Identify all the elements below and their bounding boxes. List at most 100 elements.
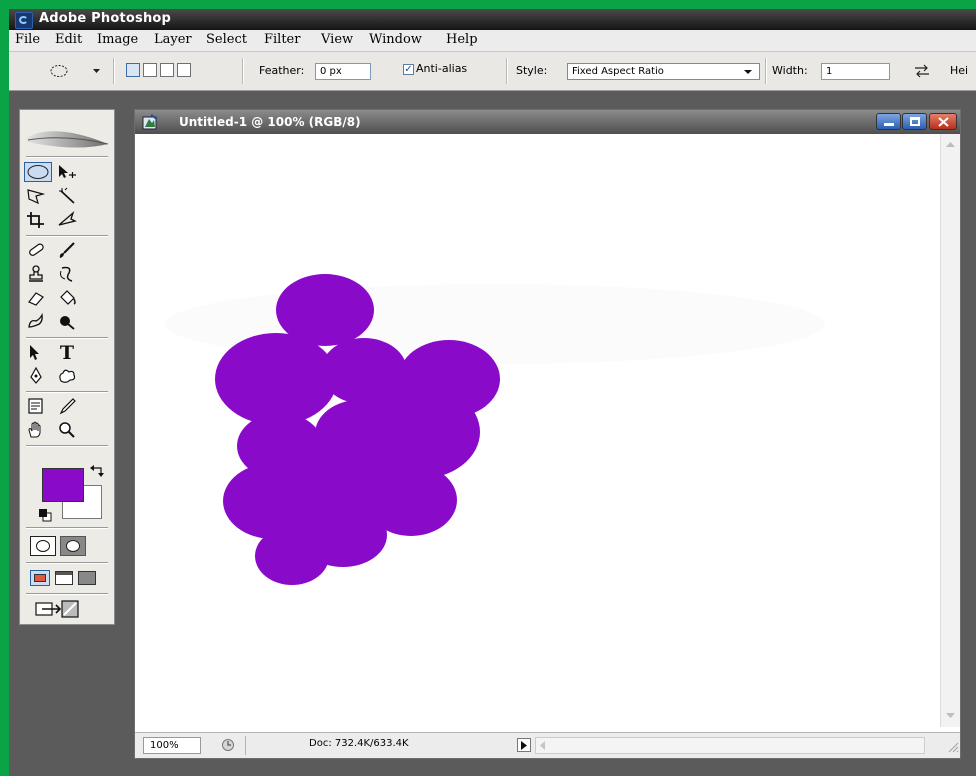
feather-label: Feather: <box>259 64 305 77</box>
intersect-selection-button[interactable] <box>177 63 191 77</box>
resize-grip-icon[interactable] <box>947 741 959 753</box>
style-select-value: Fixed Aspect Ratio <box>572 66 664 77</box>
menu-view[interactable]: View <box>321 32 353 47</box>
standard-screen-mode-button[interactable] <box>30 570 50 586</box>
menu-layer[interactable]: Layer <box>154 32 192 47</box>
magic-wand-icon[interactable] <box>57 187 77 205</box>
canvas[interactable] <box>135 134 933 727</box>
chevron-down-icon <box>744 70 752 74</box>
hand-icon[interactable] <box>26 421 46 439</box>
new-selection-button[interactable] <box>126 63 140 77</box>
zoom-level-field[interactable]: 100% <box>143 737 201 754</box>
paint-bucket-icon[interactable] <box>57 289 77 307</box>
notes-icon[interactable] <box>26 397 46 415</box>
document-icon <box>142 114 158 130</box>
height-label: Hei <box>950 64 969 77</box>
status-bar: 100% Doc: 732.4K/633.4K <box>135 732 960 758</box>
minimize-button[interactable] <box>876 113 901 130</box>
toolbox-separator <box>26 337 108 339</box>
close-button[interactable] <box>929 113 957 130</box>
custom-shape-icon[interactable] <box>57 367 77 385</box>
title-bar: Adobe Photoshop <box>9 9 976 30</box>
full-screen-menu-mode-button[interactable] <box>55 571 73 585</box>
vertical-scrollbar[interactable] <box>940 134 960 727</box>
quick-mask-mode-button[interactable] <box>60 536 86 556</box>
document-title-bar: Untitled-1 @ 100% (RGB/8) <box>135 110 960 134</box>
options-separator <box>765 58 767 84</box>
scroll-left-arrow-icon[interactable] <box>540 741 546 750</box>
elliptical-marquee-icon[interactable] <box>49 64 71 78</box>
move-icon[interactable] <box>57 163 77 181</box>
menu-file[interactable]: File <box>15 32 40 47</box>
swap-colors-icon[interactable] <box>90 464 106 478</box>
polygonal-lasso-icon[interactable] <box>26 187 46 205</box>
menu-select[interactable]: Select <box>206 32 247 47</box>
document-window: Untitled-1 @ 100% (RGB/8) 100% Doc: 732.… <box>134 109 961 759</box>
menu-bar: File Edit Image Layer Select Filter View… <box>9 30 976 52</box>
status-info-icon[interactable] <box>221 738 235 752</box>
default-colors-icon[interactable] <box>38 508 52 522</box>
history-brush-icon[interactable] <box>57 265 77 283</box>
standard-mode-button[interactable] <box>30 536 56 556</box>
toolbox-separator <box>26 527 108 529</box>
pen-icon[interactable] <box>26 367 46 385</box>
menu-help[interactable]: Help <box>446 32 478 47</box>
toolbox-separator <box>26 445 108 447</box>
add-to-selection-button[interactable] <box>143 63 157 77</box>
toolbox-separator <box>26 156 108 158</box>
brush-icon[interactable] <box>57 241 77 259</box>
antialias-label: Anti-alias <box>416 62 468 75</box>
eraser-icon[interactable] <box>26 289 46 307</box>
play-arrow-icon <box>521 741 527 750</box>
menu-image[interactable]: Image <box>97 32 138 47</box>
style-label: Style: <box>516 64 548 77</box>
type-icon[interactable]: T <box>57 342 77 364</box>
full-screen-mode-button[interactable] <box>78 571 96 585</box>
slice-icon[interactable] <box>57 211 77 229</box>
maximize-button[interactable] <box>902 113 927 130</box>
crop-icon[interactable] <box>26 211 46 229</box>
app-title: Adobe Photoshop <box>39 11 172 26</box>
toolbox-separator <box>26 562 108 564</box>
zoom-icon[interactable] <box>57 421 77 439</box>
close-icon <box>938 117 949 127</box>
options-bar: Feather: 0 px ✓ Anti-alias Style: Fixed … <box>9 52 976 91</box>
subtract-from-selection-button[interactable] <box>160 63 174 77</box>
canvas-artwork <box>165 274 825 585</box>
scroll-down-arrow-icon[interactable] <box>946 713 955 719</box>
jump-to-imageready-icon[interactable] <box>34 599 82 619</box>
path-selection-icon[interactable] <box>26 343 46 361</box>
feather-input[interactable]: 0 px <box>315 63 371 80</box>
menu-filter[interactable]: Filter <box>264 32 300 47</box>
grape-circle <box>398 340 500 418</box>
antialias-checkbox[interactable]: ✓ <box>403 64 414 75</box>
style-select[interactable]: Fixed Aspect Ratio <box>567 63 760 80</box>
grape-circle <box>321 338 407 404</box>
foreground-color-swatch[interactable] <box>42 468 84 502</box>
horizontal-scrollbar[interactable] <box>535 737 925 754</box>
width-input[interactable]: 1 <box>821 63 890 80</box>
tool-preset-arrow-icon[interactable] <box>93 69 101 74</box>
toolbox-separator <box>26 391 108 393</box>
burn-icon[interactable] <box>57 313 77 331</box>
toolbox-separator <box>26 593 108 595</box>
document-title: Untitled-1 @ 100% (RGB/8) <box>179 115 361 129</box>
document-size-info: Doc: 732.4K/633.4K <box>309 738 409 749</box>
grape-circle <box>215 333 337 425</box>
grape-circle <box>299 503 387 567</box>
elliptical-marquee-icon[interactable] <box>24 162 52 182</box>
toolbox-separator <box>26 235 108 237</box>
healing-brush-icon[interactable] <box>26 241 46 259</box>
width-label: Width: <box>772 64 808 77</box>
scroll-up-arrow-icon[interactable] <box>946 142 955 148</box>
status-menu-button[interactable] <box>517 738 531 752</box>
swap-dimensions-icon[interactable] <box>914 64 930 78</box>
options-separator <box>113 58 115 84</box>
clone-stamp-icon[interactable] <box>26 265 46 283</box>
menu-edit[interactable]: Edit <box>55 32 82 47</box>
eyedropper-icon[interactable] <box>57 397 77 415</box>
status-divider <box>245 736 246 755</box>
photoshop-window: Adobe Photoshop File Edit Image Layer Se… <box>9 9 976 776</box>
blur-icon[interactable] <box>26 313 46 331</box>
menu-window[interactable]: Window <box>369 32 422 47</box>
